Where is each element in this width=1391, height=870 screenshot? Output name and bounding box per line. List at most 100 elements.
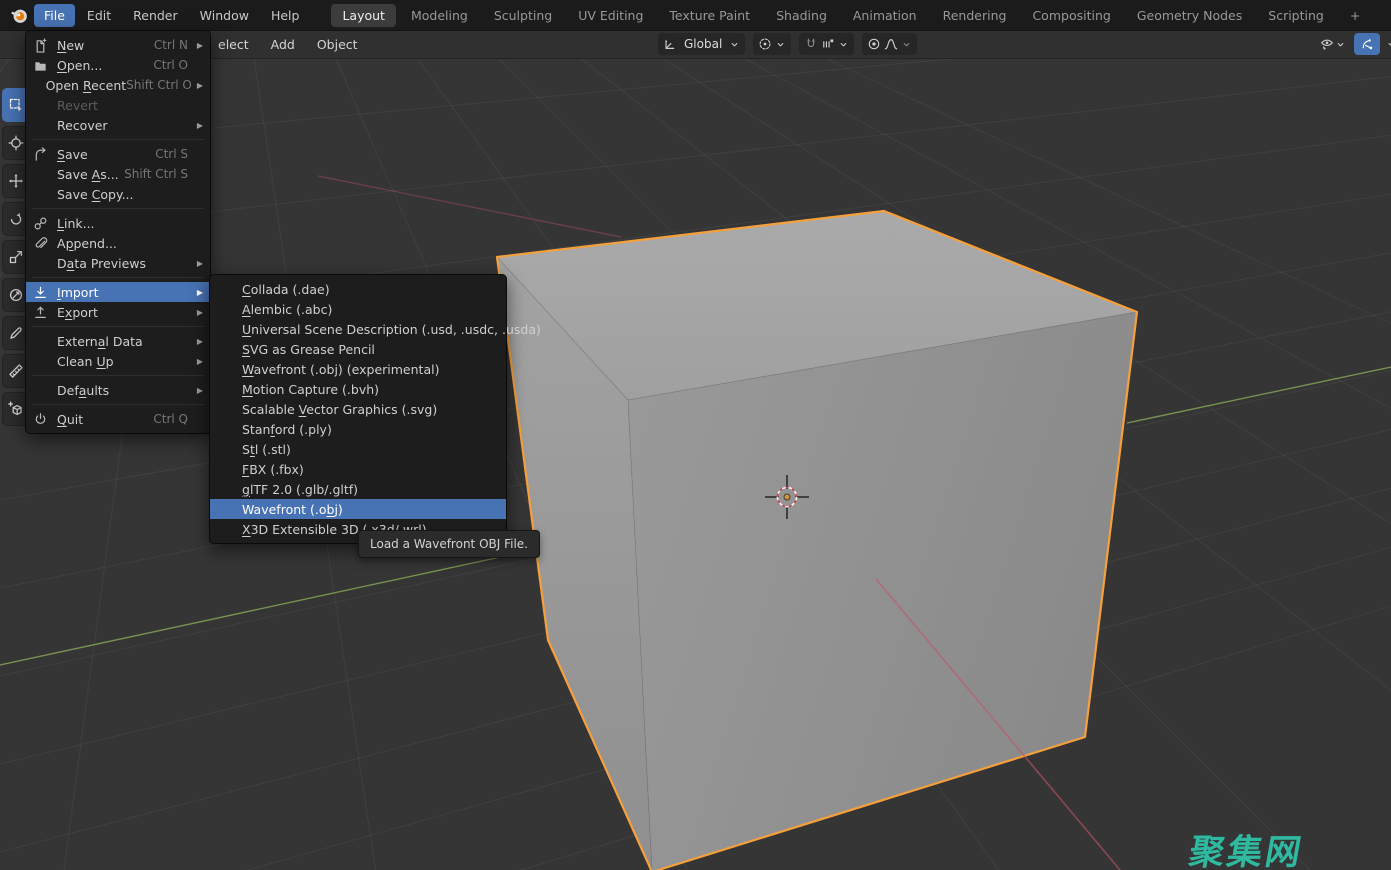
transform-orientation-dropdown[interactable]: Global — [658, 33, 745, 55]
import-item-collada-dae[interactable]: Collada (.dae) — [210, 279, 506, 299]
import-item-wavefront-obj[interactable]: Wavefront (.obj) — [210, 499, 506, 519]
menu-item-label: FBX (.fbx) — [242, 462, 304, 477]
submenu-arrow-icon: ▶ — [193, 121, 203, 130]
file-menu-item-open[interactable]: Open...Ctrl O — [26, 55, 210, 75]
import-item-alembic-abc[interactable]: Alembic (.abc) — [210, 299, 506, 319]
menu-item-shortcut: Ctrl N — [154, 38, 188, 52]
menu-render[interactable]: Render — [123, 4, 188, 27]
add-cube-icon — [8, 401, 24, 417]
tab-layout[interactable]: Layout — [331, 4, 396, 27]
menu-item-label: Clean Up — [57, 354, 114, 369]
proportional-editing-controls[interactable] — [862, 33, 917, 55]
menu-item-label: Defaults — [57, 383, 109, 398]
menu-item-shortcut: Shift Ctrl S — [124, 167, 188, 181]
tab-sculpting[interactable]: Sculpting — [483, 4, 563, 27]
file-menu-item-open-recent[interactable]: Open RecentShift Ctrl O▶ — [26, 75, 210, 95]
chevron-down-icon — [838, 39, 849, 50]
menu-item-label: Save — [57, 147, 88, 162]
file-menu-item-clean-up[interactable]: Clean Up▶ — [26, 351, 210, 371]
menu-edit[interactable]: Edit — [77, 4, 121, 27]
menu-item-label: glTF 2.0 (.glb/.gltf) — [242, 482, 358, 497]
menu-item-label: Import — [57, 285, 99, 300]
snap-increment-icon[interactable] — [821, 37, 835, 51]
file-menu-item-revert[interactable]: Revert — [26, 95, 210, 115]
file-menu-item-defaults[interactable]: Defaults▶ — [26, 380, 210, 400]
submenu-arrow-icon: ▶ — [193, 337, 203, 346]
import-item-stl-stl[interactable]: Stl (.stl) — [210, 439, 506, 459]
tab-plus[interactable]: + — [1339, 4, 1371, 27]
file-menu-item-data-previews[interactable]: Data Previews▶ — [26, 253, 210, 273]
import-item-gltf-2-0-glb-gltf[interactable]: glTF 2.0 (.glb/.gltf) — [210, 479, 506, 499]
import-submenu: Collada (.dae) Alembic (.abc) Universal Sc… — [209, 274, 507, 544]
file-menu-item-append[interactable]: Append... — [26, 233, 210, 253]
vh-menu-object[interactable]: Object — [308, 34, 367, 55]
menu-separator — [26, 204, 210, 213]
tab-animation[interactable]: Animation — [842, 4, 928, 27]
import-item-wavefront-obj-experimental[interactable]: Wavefront (.obj) (experimental) — [210, 359, 506, 379]
vh-menu-elect[interactable]: elect — [209, 34, 258, 55]
file-menu-item-save-copy[interactable]: Save Copy... — [26, 184, 210, 204]
menu-item-label: Stanford (.ply) — [242, 422, 332, 437]
transform-icon — [8, 287, 24, 303]
import-item-universal-scene-description-usd-usdc-usda[interactable]: Universal Scene Description (.usd, .usdc… — [210, 319, 506, 339]
workspace-tabs: LayoutModelingSculptingUV EditingTexture… — [331, 4, 1371, 27]
vh-menu-add[interactable]: Add — [262, 34, 304, 55]
power-icon — [33, 412, 57, 427]
tab-rendering[interactable]: Rendering — [932, 4, 1018, 27]
file-menu-item-import[interactable]: Import▶ — [26, 282, 210, 302]
submenu-arrow-icon: ▶ — [193, 41, 203, 50]
pivot-point-dropdown[interactable] — [753, 33, 791, 55]
menu-separator — [26, 273, 210, 282]
menu-item-label: Alembic (.abc) — [242, 302, 332, 317]
import-item-scalable-vector-graphics-svg[interactable]: Scalable Vector Graphics (.svg) — [210, 399, 506, 419]
gizmos-button[interactable] — [1354, 33, 1380, 55]
menu-item-label: Universal Scene Description (.usd, .usdc… — [242, 322, 541, 337]
menu-file[interactable]: File — [34, 4, 75, 27]
menu-item-label: Scalable Vector Graphics (.svg) — [242, 402, 437, 417]
menu-item-label: Save As... — [57, 167, 119, 182]
tab-uv-editing[interactable]: UV Editing — [567, 4, 654, 27]
menu-item-label: Append... — [57, 236, 117, 251]
tab-shading[interactable]: Shading — [765, 4, 838, 27]
menu-window[interactable]: Window — [190, 4, 259, 27]
viewport-header-right — [1318, 33, 1391, 55]
menu-help[interactable]: Help — [261, 4, 310, 27]
tab-geometry-nodes[interactable]: Geometry Nodes — [1126, 4, 1253, 27]
import-item-svg-as-grease-pencil[interactable]: SVG as Grease Pencil — [210, 339, 506, 359]
tab-scripting[interactable]: Scripting — [1257, 4, 1335, 27]
menu-item-label: Save Copy... — [57, 187, 134, 202]
file-menu-item-export[interactable]: Export▶ — [26, 302, 210, 322]
object-visibility-button[interactable] — [1318, 37, 1348, 51]
orientation-axes-icon — [663, 37, 677, 51]
file-menu: NewCtrl N▶Open...Ctrl OOpen RecentShift … — [25, 30, 211, 434]
file-menu-item-recover[interactable]: Recover▶ — [26, 115, 210, 135]
tab-modeling[interactable]: Modeling — [400, 4, 479, 27]
import-item-motion-capture-bvh[interactable]: Motion Capture (.bvh) — [210, 379, 506, 399]
import-item-stanford-ply[interactable]: Stanford (.ply) — [210, 419, 506, 439]
magnet-icon[interactable] — [804, 37, 818, 51]
export-icon — [33, 305, 57, 320]
falloff-curve-icon[interactable] — [884, 37, 898, 51]
file-menu-item-new[interactable]: NewCtrl N▶ — [26, 35, 210, 55]
tab-texture-paint[interactable]: Texture Paint — [658, 4, 761, 27]
proportional-circle-icon[interactable] — [867, 37, 881, 51]
chevron-down-icon — [901, 39, 912, 50]
snap-controls[interactable] — [799, 33, 854, 55]
menu-item-label: External Data — [57, 334, 143, 349]
menu-item-label: Link... — [57, 216, 95, 231]
menu-item-shortcut: Ctrl Q — [153, 412, 188, 426]
default-cube[interactable] — [497, 211, 1137, 870]
file-menu-item-link[interactable]: Link... — [26, 213, 210, 233]
tab-compositing[interactable]: Compositing — [1021, 4, 1121, 27]
folder-open-icon — [33, 58, 57, 73]
file-menu-item-save-as[interactable]: Save As... Shift Ctrl S — [26, 164, 210, 184]
measure-icon — [8, 363, 24, 379]
x-axis-line — [318, 176, 621, 237]
file-menu-item-save[interactable]: SaveCtrl S — [26, 144, 210, 164]
pivot-point-icon — [758, 37, 772, 51]
chevron-down-icon — [729, 39, 740, 50]
file-menu-item-external-data[interactable]: External Data ▶ — [26, 331, 210, 351]
import-item-fbx-fbx[interactable]: FBX (.fbx) — [210, 459, 506, 479]
blender-logo-icon[interactable] — [8, 5, 30, 25]
file-menu-item-quit[interactable]: QuitCtrl Q — [26, 409, 210, 429]
